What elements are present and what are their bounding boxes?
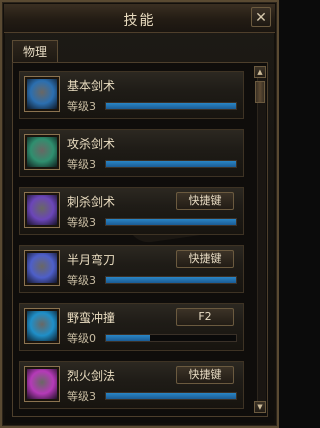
skill-level: 等级3 — [67, 216, 96, 229]
charge-icon[interactable] — [24, 308, 60, 344]
skill-name: 攻杀剑术 — [67, 137, 116, 151]
skill-window: 技能 ✕ 物理 基本剑术 等级3 攻杀剑术 等级3 刺杀剑术 快捷键 等级3 半 — [0, 0, 279, 428]
skill-level: 等级3 — [67, 100, 96, 113]
scroll-up-button[interactable]: ▲ — [254, 66, 266, 78]
skill-progress-fill — [106, 277, 236, 283]
skill-progress-bar — [105, 218, 237, 226]
purple-sword-icon[interactable] — [24, 192, 60, 228]
skill-name: 刺杀剑术 — [67, 195, 116, 209]
window-title: 技能 — [123, 13, 156, 29]
skill-progress-fill — [106, 335, 151, 341]
scroll-down-button[interactable]: ▼ — [254, 401, 266, 413]
scrollbar-thumb[interactable] — [255, 81, 265, 103]
skill-level: 等级0 — [67, 332, 96, 345]
skill-row[interactable]: 攻杀剑术 等级3 — [19, 129, 244, 177]
scrollbar-track[interactable] — [257, 68, 266, 412]
title-bar[interactable]: 技能 ✕ — [4, 4, 275, 33]
skill-name: 烈火剑法 — [67, 369, 116, 383]
tab-physical[interactable]: 物理 — [12, 40, 58, 62]
skill-list: 基本剑术 等级3 攻杀剑术 等级3 刺杀剑术 快捷键 等级3 半月弯刀 快捷键 … — [12, 62, 268, 417]
crescent-slash-icon[interactable] — [24, 250, 60, 286]
skill-progress-bar — [105, 334, 237, 342]
skill-row[interactable]: 烈火剑法 快捷键 等级3 — [19, 361, 244, 409]
skill-name: 野蛮冲撞 — [67, 311, 116, 325]
skill-progress-bar — [105, 276, 237, 284]
skill-level: 等级3 — [67, 274, 96, 287]
skill-row[interactable]: 基本剑术 等级3 — [19, 71, 244, 119]
skill-row[interactable]: 半月弯刀 快捷键 等级3 — [19, 245, 244, 293]
skill-progress-fill — [106, 161, 236, 167]
skill-progress-bar — [105, 392, 237, 400]
hotkey-button[interactable]: F2 — [176, 308, 234, 326]
skill-name: 基本剑术 — [67, 79, 116, 93]
hotkey-button[interactable]: 快捷键 — [176, 192, 234, 210]
hotkey-button[interactable]: 快捷键 — [176, 250, 234, 268]
skill-row[interactable]: 刺杀剑术 快捷键 等级3 — [19, 187, 244, 235]
close-button[interactable]: ✕ — [251, 7, 271, 27]
skill-progress-fill — [106, 219, 236, 225]
skill-progress-bar — [105, 102, 237, 110]
skill-progress-fill — [106, 393, 236, 399]
skill-name: 半月弯刀 — [67, 253, 116, 267]
skill-row[interactable]: 野蛮冲撞 F2 等级0 — [19, 303, 244, 351]
green-blade-icon[interactable] — [24, 134, 60, 170]
skill-level: 等级3 — [67, 390, 96, 403]
skill-level: 等级3 — [67, 158, 96, 171]
hotkey-button[interactable]: 快捷键 — [176, 366, 234, 384]
skill-progress-bar — [105, 160, 237, 168]
sword-stance-icon[interactable] — [24, 76, 60, 112]
flame-sword-icon[interactable] — [24, 366, 60, 402]
skill-progress-fill — [106, 103, 236, 109]
